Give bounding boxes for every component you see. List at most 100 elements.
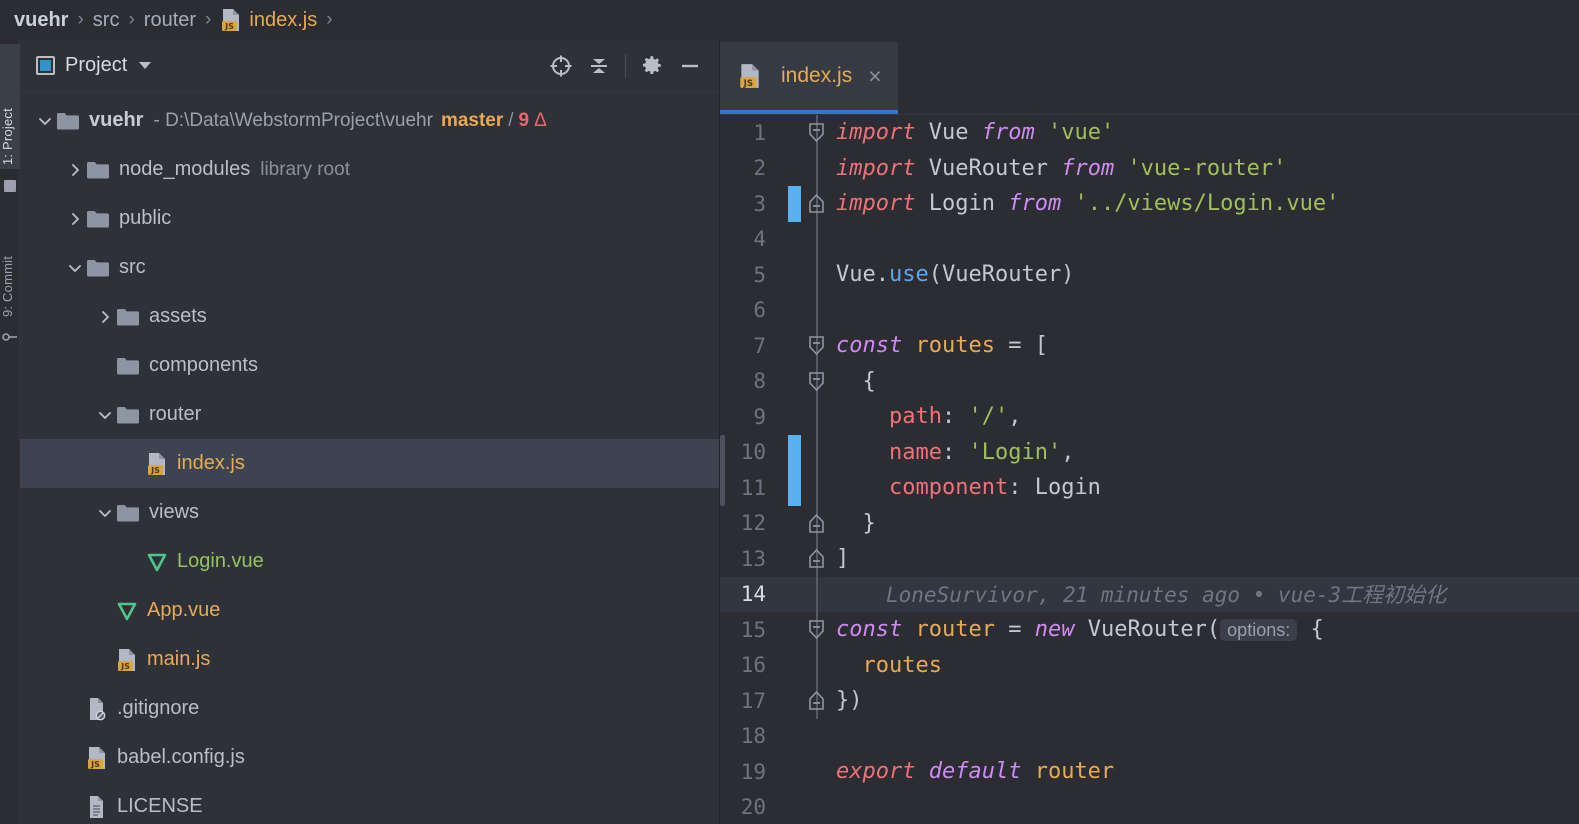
select-opened-file-icon[interactable]: [544, 49, 578, 83]
code-line-13[interactable]: 13]: [720, 541, 1579, 577]
chevron-right-icon[interactable]: [64, 162, 86, 178]
code-line-12[interactable]: 12 }: [720, 505, 1579, 541]
editor-gutter[interactable]: [780, 470, 826, 506]
code-line-2[interactable]: 2 import VueRouter from 'vue-router': [720, 150, 1579, 186]
breadcrumb-item-router[interactable]: router: [144, 9, 196, 32]
tree-row-public[interactable]: public: [20, 194, 719, 243]
code-line-20[interactable]: 20: [720, 790, 1579, 824]
tree-row-router-index[interactable]: JS index.js: [20, 439, 719, 488]
tree-row-babel-config[interactable]: JS babel.config.js: [20, 733, 719, 782]
code-line-1[interactable]: 1 import Vue from 'vue': [720, 115, 1579, 151]
code-line-6[interactable]: 6: [720, 292, 1579, 328]
editor-gutter[interactable]: [780, 790, 826, 824]
editor-gutter[interactable]: [780, 399, 826, 435]
editor-gutter[interactable]: [780, 683, 826, 719]
chevron-down-icon[interactable]: [34, 113, 56, 129]
code-line-5[interactable]: 5 Vue.use(VueRouter): [720, 257, 1579, 293]
code-line-18[interactable]: 18: [720, 719, 1579, 755]
editor-gutter[interactable]: [780, 434, 826, 470]
code-line-9[interactable]: 9 path: '/',: [720, 399, 1579, 435]
editor-gutter[interactable]: [780, 186, 826, 222]
editor-gutter[interactable]: [780, 576, 826, 612]
tree-row-license[interactable]: LICENSE: [20, 782, 719, 824]
editor-gutter[interactable]: [780, 328, 826, 364]
editor-scrollbar-thumb[interactable]: [720, 434, 725, 506]
code-token: new: [1034, 617, 1075, 643]
tree-row-node_modules[interactable]: node_modules library root: [20, 145, 719, 194]
close-icon[interactable]: ×: [868, 64, 881, 88]
collapse-all-icon[interactable]: [582, 49, 616, 83]
code-line-4[interactable]: 4: [720, 221, 1579, 257]
git-branch-label[interactable]: master: [441, 110, 503, 132]
editor-gutter[interactable]: [780, 719, 826, 755]
code-line-10[interactable]: 10 name: 'Login',: [720, 434, 1579, 470]
editor-tab-index-js[interactable]: JS index.js ×: [720, 42, 898, 114]
vcs-change-bar[interactable]: [788, 434, 801, 470]
vcs-change-bar[interactable]: [788, 186, 801, 222]
code-line-19[interactable]: 19 export default router: [720, 754, 1579, 790]
code-fold-line: [816, 257, 818, 293]
code-text: routes: [826, 653, 942, 678]
project-panel-title-group[interactable]: Project: [36, 54, 152, 77]
sidebar-item-project[interactable]: 1: Project: [0, 44, 20, 169]
code-token: =: [994, 617, 1035, 643]
chevron-down-icon[interactable]: [94, 505, 116, 521]
editor-gutter[interactable]: [780, 541, 826, 577]
editor-gutter[interactable]: [780, 115, 826, 151]
code-fold-marker[interactable]: [806, 371, 827, 392]
chevron-right-icon[interactable]: [64, 211, 86, 227]
code-token: Login: [928, 191, 995, 217]
tree-row-app-vue[interactable]: App.vue: [20, 586, 719, 635]
code-line-8[interactable]: 8 {: [720, 363, 1579, 399]
tree-row-main-js[interactable]: JS main.js: [20, 635, 719, 684]
tree-row-assets[interactable]: assets: [20, 292, 719, 341]
tree-row-src[interactable]: src: [20, 243, 719, 292]
code-editor[interactable]: 1 import Vue from 'vue' 2 import VueRouter …: [720, 115, 1579, 824]
code-fold-marker[interactable]: [806, 335, 827, 356]
code-line-11[interactable]: 11 component: Login: [720, 470, 1579, 506]
chevron-down-icon[interactable]: [139, 62, 152, 69]
breadcrumb-item-file[interactable]: index.js: [249, 9, 317, 32]
sidebar-item-commit[interactable]: 9: Commit: [0, 216, 20, 321]
editor-gutter[interactable]: [780, 221, 826, 257]
code-fold-marker[interactable]: [806, 193, 827, 214]
gear-icon[interactable]: [635, 49, 669, 83]
chevron-down-icon[interactable]: [94, 407, 116, 423]
breadcrumb-item-src[interactable]: src: [93, 9, 120, 32]
vcs-change-bar[interactable]: [788, 470, 801, 506]
code-token: router: [915, 617, 995, 643]
editor-gutter[interactable]: [780, 612, 826, 648]
editor-gutter[interactable]: [780, 363, 827, 399]
code-line-15[interactable]: 15 const router = new VueRouter(options: …: [720, 612, 1579, 648]
code-fold-marker[interactable]: [806, 548, 827, 569]
code-fold-marker[interactable]: [806, 513, 827, 534]
code-line-17[interactable]: 17}): [720, 683, 1579, 719]
tree-row-gitignore[interactable]: .gitignore: [20, 684, 719, 733]
tree-row-router[interactable]: router: [20, 390, 719, 439]
code-fold-marker[interactable]: [806, 122, 827, 143]
chevron-down-icon[interactable]: [64, 260, 86, 276]
tree-row-login-vue[interactable]: Login.vue: [20, 537, 719, 586]
code-line-16[interactable]: 16 routes: [720, 647, 1579, 683]
editor-gutter[interactable]: [780, 505, 827, 541]
tree-row-components[interactable]: components: [20, 341, 719, 390]
code-fold-marker[interactable]: [806, 690, 827, 711]
editor-gutter[interactable]: [780, 754, 826, 790]
code-line-7[interactable]: 7 const routes = [: [720, 328, 1579, 364]
tree-row-root-vuehr[interactable]: vuehr - D:\Data\WebstormProject\vuehr mast…: [20, 96, 719, 145]
code-token: :: [941, 439, 969, 465]
editor-gutter[interactable]: [780, 150, 826, 186]
chevron-right-icon[interactable]: [94, 309, 116, 325]
minimize-icon[interactable]: [673, 49, 707, 83]
editor-gutter[interactable]: [780, 647, 826, 683]
code-line-14[interactable]: 14 LoneSurvivor, 21 minutes ago • vue-3工程…: [720, 576, 1579, 612]
code-line-3[interactable]: 3 import Login from '../views/Login.vue': [720, 186, 1579, 222]
editor-gutter[interactable]: [780, 292, 826, 328]
code-fold-marker[interactable]: [806, 619, 827, 640]
editor-gutter[interactable]: [780, 257, 826, 293]
gitignore-file-icon: [86, 696, 108, 722]
tree-row-views[interactable]: views: [20, 488, 719, 537]
breadcrumb-item-project[interactable]: vuehr: [14, 9, 68, 32]
